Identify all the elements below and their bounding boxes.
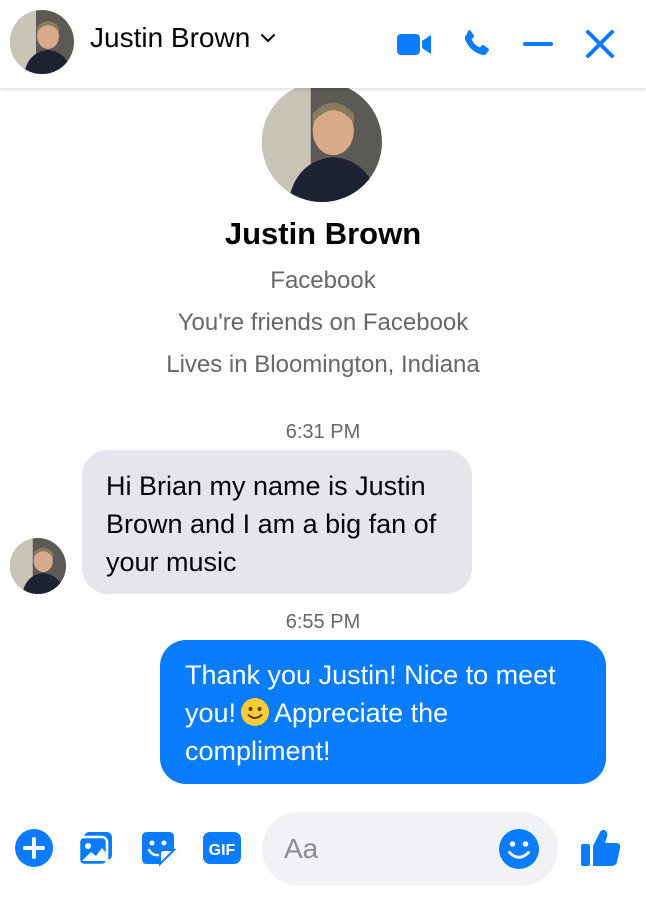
profile-friendship: You're friends on Facebook [177,309,469,336]
message-timestamp: 6:31 PM [285,421,361,443]
thumbs-up-button[interactable] [578,826,622,870]
message-timestamp: 6:55 PM [285,611,361,633]
smiling-face-emoji-icon [241,698,270,726]
profile-avatar[interactable] [262,82,382,202]
avatar-photo [10,538,66,594]
message-composer[interactable] [262,812,558,886]
profile-name: Justin Brown [224,216,422,251]
contact-name-dropdown[interactable]: Justin Brown [90,22,276,54]
video-call-button[interactable] [392,22,436,66]
video-call-icon [397,34,431,55]
avatar-photo [262,82,382,202]
plus-icon [15,829,53,867]
profile-platform: Facebook [270,267,376,294]
phone-call-button[interactable] [454,22,498,66]
avatar-photo [10,10,74,74]
message-input[interactable] [284,828,494,870]
sticker-button[interactable] [136,826,180,870]
sticker-icon [142,832,177,867]
minimize-button[interactable] [516,22,560,66]
attach-photo-button[interactable] [74,826,118,870]
contact-name: Justin Brown [90,22,251,53]
sender-avatar[interactable] [10,538,66,594]
photo-icon [77,832,112,867]
gif-button[interactable]: GIF [200,826,244,870]
thumbs-up-icon [581,829,621,866]
outgoing-message-bubble[interactable]: Thank you Justin! Nice to meet you! Appre… [160,640,606,784]
minimize-icon [523,42,553,46]
contact-avatar[interactable] [10,10,74,74]
incoming-message-bubble[interactable]: Hi Brian my name is Justin Brown and I a… [82,450,472,594]
more-actions-button[interactable] [12,826,56,870]
close-icon [586,30,614,58]
gif-icon: GIF [203,832,241,864]
phone-call-icon [464,30,489,56]
close-button[interactable] [578,22,622,66]
emoji-icon[interactable] [498,828,540,870]
chevron-down-icon [261,34,276,42]
chat-header: Justin Brown [0,0,646,88]
profile-location: Lives in Bloomington, Indiana [166,351,480,378]
svg-text:GIF: GIF [209,842,236,859]
